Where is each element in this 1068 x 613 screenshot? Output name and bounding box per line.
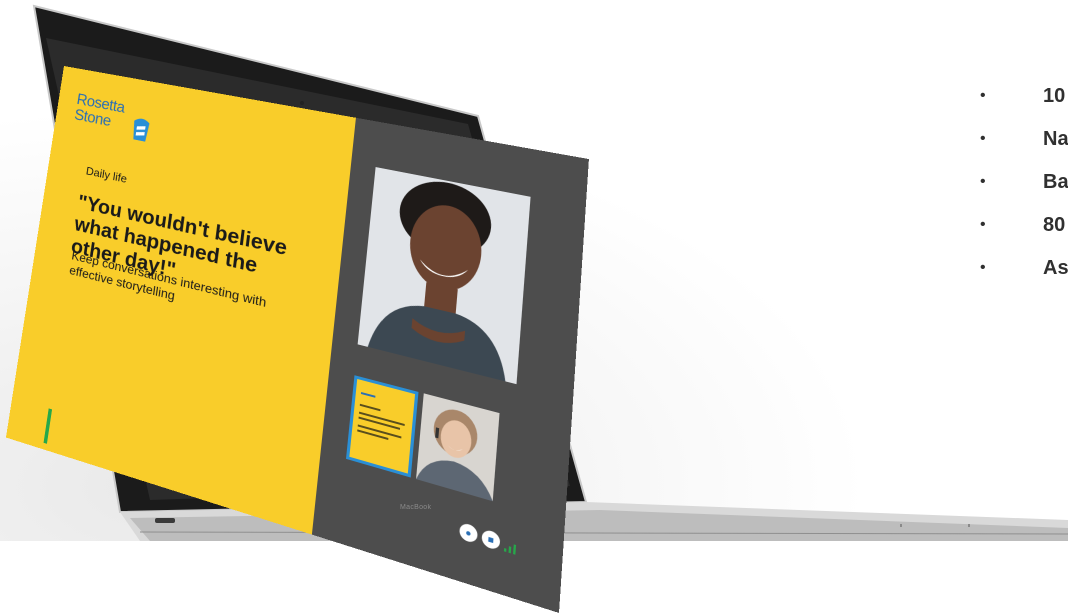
slide-thumbnail[interactable] [346, 375, 419, 478]
thumb-logo [360, 391, 376, 398]
rosetta-stone-logo: Rosetta Stone [71, 91, 169, 159]
camera-icon[interactable]: ■ [481, 528, 501, 551]
bullet-text: 80 [1043, 214, 1066, 236]
learner-video [416, 393, 500, 502]
bullet-text: 10 [1043, 85, 1066, 107]
bullet-text: Na [1043, 128, 1068, 150]
tutor-video [357, 167, 531, 385]
tutor-portrait [357, 167, 531, 385]
laptop: Rosetta Stone Daily life "You wouldn't b… [0, 0, 1068, 613]
bullet-text: Ba [1043, 171, 1068, 193]
bullet-marker: • [980, 259, 986, 276]
laptop-brand-label: MacBook [400, 504, 432, 511]
learner-portrait [416, 393, 500, 502]
webcam [300, 101, 304, 105]
bullet-marker: • [980, 216, 986, 233]
bullet-text: As [1043, 257, 1068, 279]
rosetta-stone-icon [131, 117, 150, 142]
thumb-line [359, 403, 381, 412]
bullet-marker: • [980, 173, 986, 190]
progress-bar [43, 408, 53, 444]
bullet-marker: • [980, 130, 986, 147]
lesson-topic: Daily life [85, 164, 128, 186]
bullet-marker: • [980, 87, 986, 104]
signal-icon [503, 544, 517, 555]
